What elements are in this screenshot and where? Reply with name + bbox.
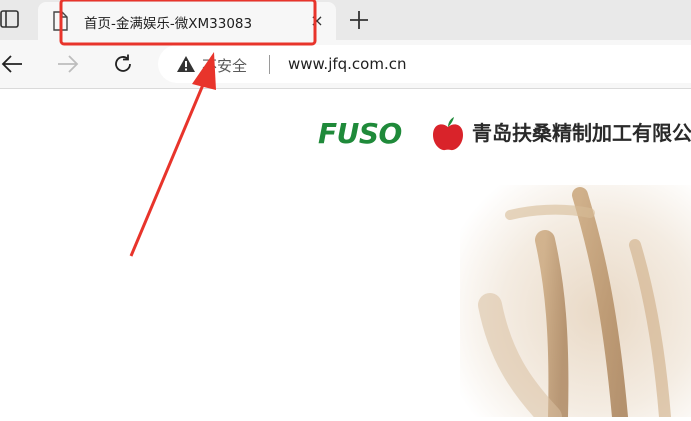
fuso-logo[interactable]: FUSO bbox=[318, 116, 468, 152]
page-icon bbox=[52, 11, 68, 35]
security-status-text[interactable]: 不安全 bbox=[202, 55, 247, 76]
reload-icon[interactable] bbox=[111, 52, 135, 76]
company-name: 青岛扶桑精制加工有限公司 bbox=[472, 121, 691, 145]
plus-icon[interactable] bbox=[345, 6, 373, 34]
browser-toolbar: 不安全 www.jfq.com.cn bbox=[0, 40, 691, 89]
page-content: FUSO 青岛扶桑精制加工有限公司 bbox=[0, 89, 691, 421]
back-arrow-icon[interactable] bbox=[0, 52, 24, 76]
forward-arrow-icon[interactable] bbox=[56, 52, 80, 76]
warning-triangle-icon[interactable] bbox=[176, 55, 196, 77]
apple-icon bbox=[431, 116, 465, 156]
hero-image bbox=[460, 185, 691, 421]
logo-text: FUSO bbox=[318, 117, 402, 150]
tab-actions-icon[interactable] bbox=[0, 8, 22, 30]
address-bar[interactable]: 不安全 www.jfq.com.cn bbox=[158, 45, 691, 83]
tab-title: 首页-金满娱乐-微XM33083 bbox=[84, 16, 253, 32]
active-tab[interactable]: 首页-金满娱乐-微XM33083 × bbox=[38, 2, 336, 40]
url-text[interactable]: www.jfq.com.cn bbox=[288, 55, 407, 73]
tab-strip: 首页-金满娱乐-微XM33083 × bbox=[0, 0, 691, 40]
address-divider bbox=[269, 55, 270, 74]
tab-close-icon[interactable]: × bbox=[306, 10, 328, 32]
